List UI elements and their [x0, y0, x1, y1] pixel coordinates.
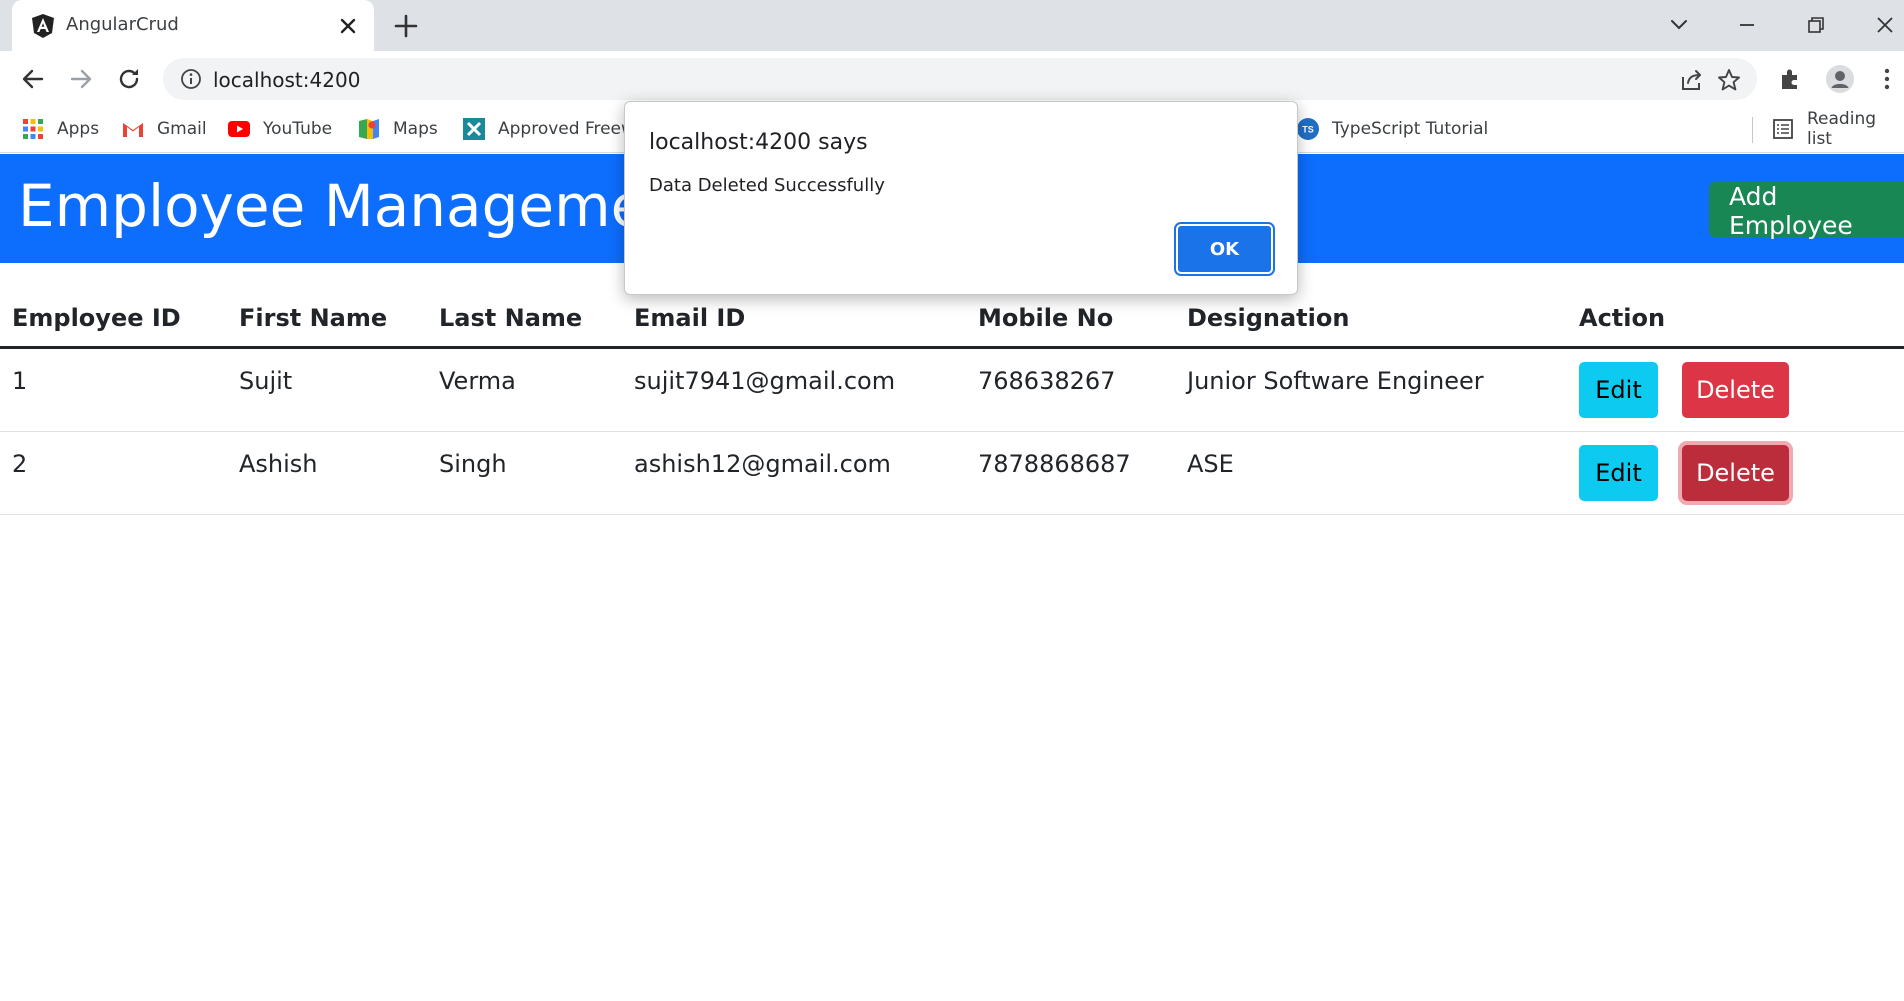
edit-button[interactable]: Edit	[1579, 445, 1658, 501]
new-tab-icon[interactable]	[392, 12, 420, 40]
bookmark-label: Approved Freew	[498, 119, 635, 139]
minimize-icon[interactable]	[1732, 10, 1762, 40]
maps-icon	[359, 119, 379, 139]
column-header-employee-id: Employee ID	[12, 304, 181, 332]
browser-tab[interactable]: AngularCrud	[12, 0, 374, 51]
gmail-icon	[123, 123, 143, 137]
cell-last-name: Singh	[439, 450, 507, 478]
cell-last-name: Verma	[439, 367, 516, 395]
bookmark-maps[interactable]: Maps	[357, 115, 438, 143]
delete-button[interactable]: Delete	[1682, 445, 1789, 501]
bookmark-label: TypeScript Tutorial	[1332, 119, 1489, 139]
dialog-message: Data Deleted Successfully	[649, 175, 885, 196]
cell-employee-id: 2	[12, 450, 28, 478]
cell-designation: Junior Software Engineer	[1187, 367, 1484, 395]
bookmark-label: Gmail	[157, 119, 207, 139]
restore-icon[interactable]	[1801, 10, 1831, 40]
youtube-icon	[228, 121, 250, 137]
tab-search-icon[interactable]	[1664, 10, 1694, 40]
column-header-email-id: Email ID	[634, 304, 746, 332]
browser-toolbar: localhost:4200	[0, 51, 1904, 107]
reading-list-icon	[1773, 119, 1793, 139]
approved-freeware-icon	[463, 118, 485, 140]
bookmarks-divider	[1752, 117, 1753, 143]
cell-first-name: Ashish	[239, 450, 318, 478]
reload-icon[interactable]	[114, 64, 144, 94]
cell-email: sujit7941@gmail.com	[634, 367, 896, 395]
cell-first-name: Sujit	[239, 367, 293, 395]
apps-grid-icon	[23, 119, 43, 139]
typescript-icon: TS	[1297, 118, 1319, 140]
table-header-row: Employee ID First Name Last Name Email I…	[0, 296, 1904, 349]
window-close-icon[interactable]	[1870, 10, 1900, 40]
bookmark-gmail[interactable]: Gmail	[121, 115, 207, 143]
close-icon[interactable]	[336, 14, 360, 38]
bookmark-approved-freeware[interactable]: Approved Freew	[462, 115, 635, 143]
bookmark-typescript-tutorial[interactable]: TS TypeScript Tutorial	[1296, 115, 1488, 143]
dialog-title: localhost:4200 says	[649, 130, 868, 155]
table-row: 2 Ashish Singh ashish12@gmail.com 787886…	[0, 432, 1904, 515]
delete-button[interactable]: Delete	[1682, 362, 1789, 418]
column-header-last-name: Last Name	[439, 304, 583, 332]
page-title: Employee Management	[18, 172, 706, 240]
column-header-action: Action	[1579, 304, 1666, 332]
address-bar[interactable]: localhost:4200	[163, 58, 1757, 100]
forward-arrow-icon[interactable]	[66, 64, 96, 94]
edit-button[interactable]: Edit	[1579, 362, 1658, 418]
bookmark-youtube[interactable]: YouTube	[227, 115, 332, 143]
reading-list-label: Reading list	[1807, 109, 1877, 149]
profile-avatar-icon[interactable]	[1825, 64, 1855, 94]
cell-mobile: 768638267	[978, 367, 1116, 395]
column-header-designation: Designation	[1187, 304, 1350, 332]
extensions-icon[interactable]	[1776, 64, 1806, 94]
site-info-icon[interactable]	[180, 68, 202, 90]
angular-icon	[32, 14, 54, 38]
back-arrow-icon[interactable]	[18, 64, 48, 94]
ok-button[interactable]: OK	[1174, 222, 1275, 276]
bookmark-label: Apps	[57, 119, 100, 139]
table-row: 1 Sujit Verma sujit7941@gmail.com 768638…	[0, 349, 1904, 432]
bookmark-star-icon[interactable]	[1716, 67, 1742, 93]
cell-email: ashish12@gmail.com	[634, 450, 891, 478]
svg-text:TS: TS	[1302, 125, 1314, 135]
browser-titlebar: AngularCrud	[0, 0, 1904, 51]
cell-employee-id: 1	[12, 367, 28, 395]
alert-dialog: localhost:4200 says Data Deleted Success…	[624, 101, 1298, 295]
menu-kebab-icon[interactable]	[1872, 64, 1902, 94]
add-employee-button[interactable]: Add Employee	[1709, 182, 1904, 240]
url-text: localhost:4200	[213, 68, 361, 92]
share-icon[interactable]	[1679, 67, 1705, 93]
tab-title: AngularCrud	[66, 14, 179, 35]
employee-table: Employee ID First Name Last Name Email I…	[0, 296, 1904, 515]
cell-designation: ASE	[1187, 450, 1234, 478]
cell-mobile: 7878868687	[978, 450, 1131, 478]
bookmark-apps[interactable]: Apps	[21, 115, 99, 143]
column-header-first-name: First Name	[239, 304, 388, 332]
bookmark-label: Maps	[393, 119, 438, 139]
reading-list[interactable]: Reading list	[1771, 109, 1904, 149]
bookmark-label: YouTube	[263, 119, 333, 139]
column-header-mobile-no: Mobile No	[978, 304, 1114, 332]
